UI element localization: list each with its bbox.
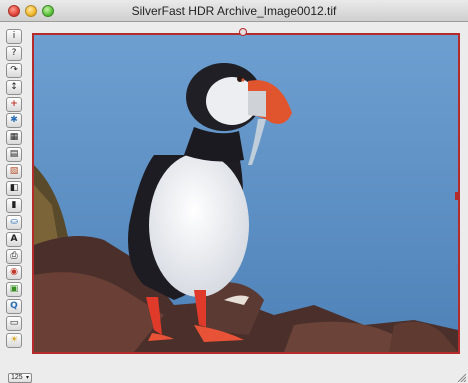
sharpen-tool[interactable]: A (6, 231, 22, 247)
puffin-photo (34, 35, 458, 352)
zoom-level-value: 125 (11, 374, 23, 381)
print-icon: ⎙ (10, 250, 18, 261)
color-balance-tool[interactable]: ◧ (6, 181, 22, 197)
resize-grip-icon[interactable] (456, 372, 466, 382)
histogram-tool[interactable]: ▦ (6, 130, 22, 146)
flip-icon: ↕ (10, 81, 18, 92)
color-balance-icon: ◧ (9, 183, 19, 194)
preview-frame[interactable] (32, 33, 460, 354)
stamp-icon: ⛀ (10, 216, 18, 227)
selective-color-icon: ▧ (9, 166, 19, 177)
crosshair-icon: + (10, 98, 18, 109)
rotate-icon: ↷ (10, 64, 18, 75)
window-title: SilverFast HDR Archive_Image0012.tif (131, 4, 337, 18)
flip-tool[interactable]: ↕ (6, 79, 22, 95)
app-window: SilverFast HDR Archive_Image0012.tif i ?… (0, 0, 468, 383)
color-correction-tool[interactable]: ✱ (6, 113, 22, 129)
gradation-tool[interactable]: ▤ (6, 147, 22, 163)
magnifier-icon: Q (10, 301, 18, 312)
lightbulb-icon: ☀ (9, 335, 19, 346)
chevron-down-icon: ▾ (25, 375, 29, 381)
gradation-icon: ▤ (9, 149, 19, 160)
print-tool[interactable]: ⎙ (6, 248, 22, 264)
eye-icon: ◉ (10, 267, 18, 278)
rotate-tool[interactable]: ↷ (6, 62, 22, 78)
sharpen-icon: A (10, 233, 18, 244)
save-icon: ▭ (9, 318, 19, 329)
levels-tool[interactable]: ▮ (6, 197, 22, 213)
levels-icon: ▮ (11, 199, 17, 210)
tool-palette: i ? ↷ ↕ + ✱ ▦ ▤ ▧ ◧ ▮ ⛀ A ⎙ ◉ ▣ Q ▭ ☀ (6, 29, 24, 350)
tip-tool[interactable]: ☀ (6, 333, 22, 349)
zoom-level-select[interactable]: 125 ▾ (8, 373, 32, 383)
info-tool[interactable]: i (6, 29, 22, 44)
crop-handle-right[interactable] (455, 192, 460, 200)
selective-color-tool[interactable]: ▧ (6, 164, 22, 180)
image-icon: ▣ (9, 284, 19, 295)
image-tool[interactable]: ▣ (6, 282, 22, 298)
stamp-tool[interactable]: ⛀ (6, 214, 22, 230)
crop-handle-top[interactable] (239, 28, 247, 36)
help-icon: ? (11, 47, 17, 58)
title-bar[interactable]: SilverFast HDR Archive_Image0012.tif (0, 0, 468, 22)
zoom-tool[interactable]: Q (6, 299, 22, 315)
help-tool[interactable]: ? (6, 45, 22, 61)
color-correction-icon: ✱ (10, 115, 18, 126)
eye-tool[interactable]: ◉ (6, 265, 22, 281)
save-tool[interactable]: ▭ (6, 316, 22, 332)
histogram-icon: ▦ (9, 132, 19, 143)
info-icon: i (12, 31, 16, 41)
crosshair-tool[interactable]: + (6, 96, 22, 112)
